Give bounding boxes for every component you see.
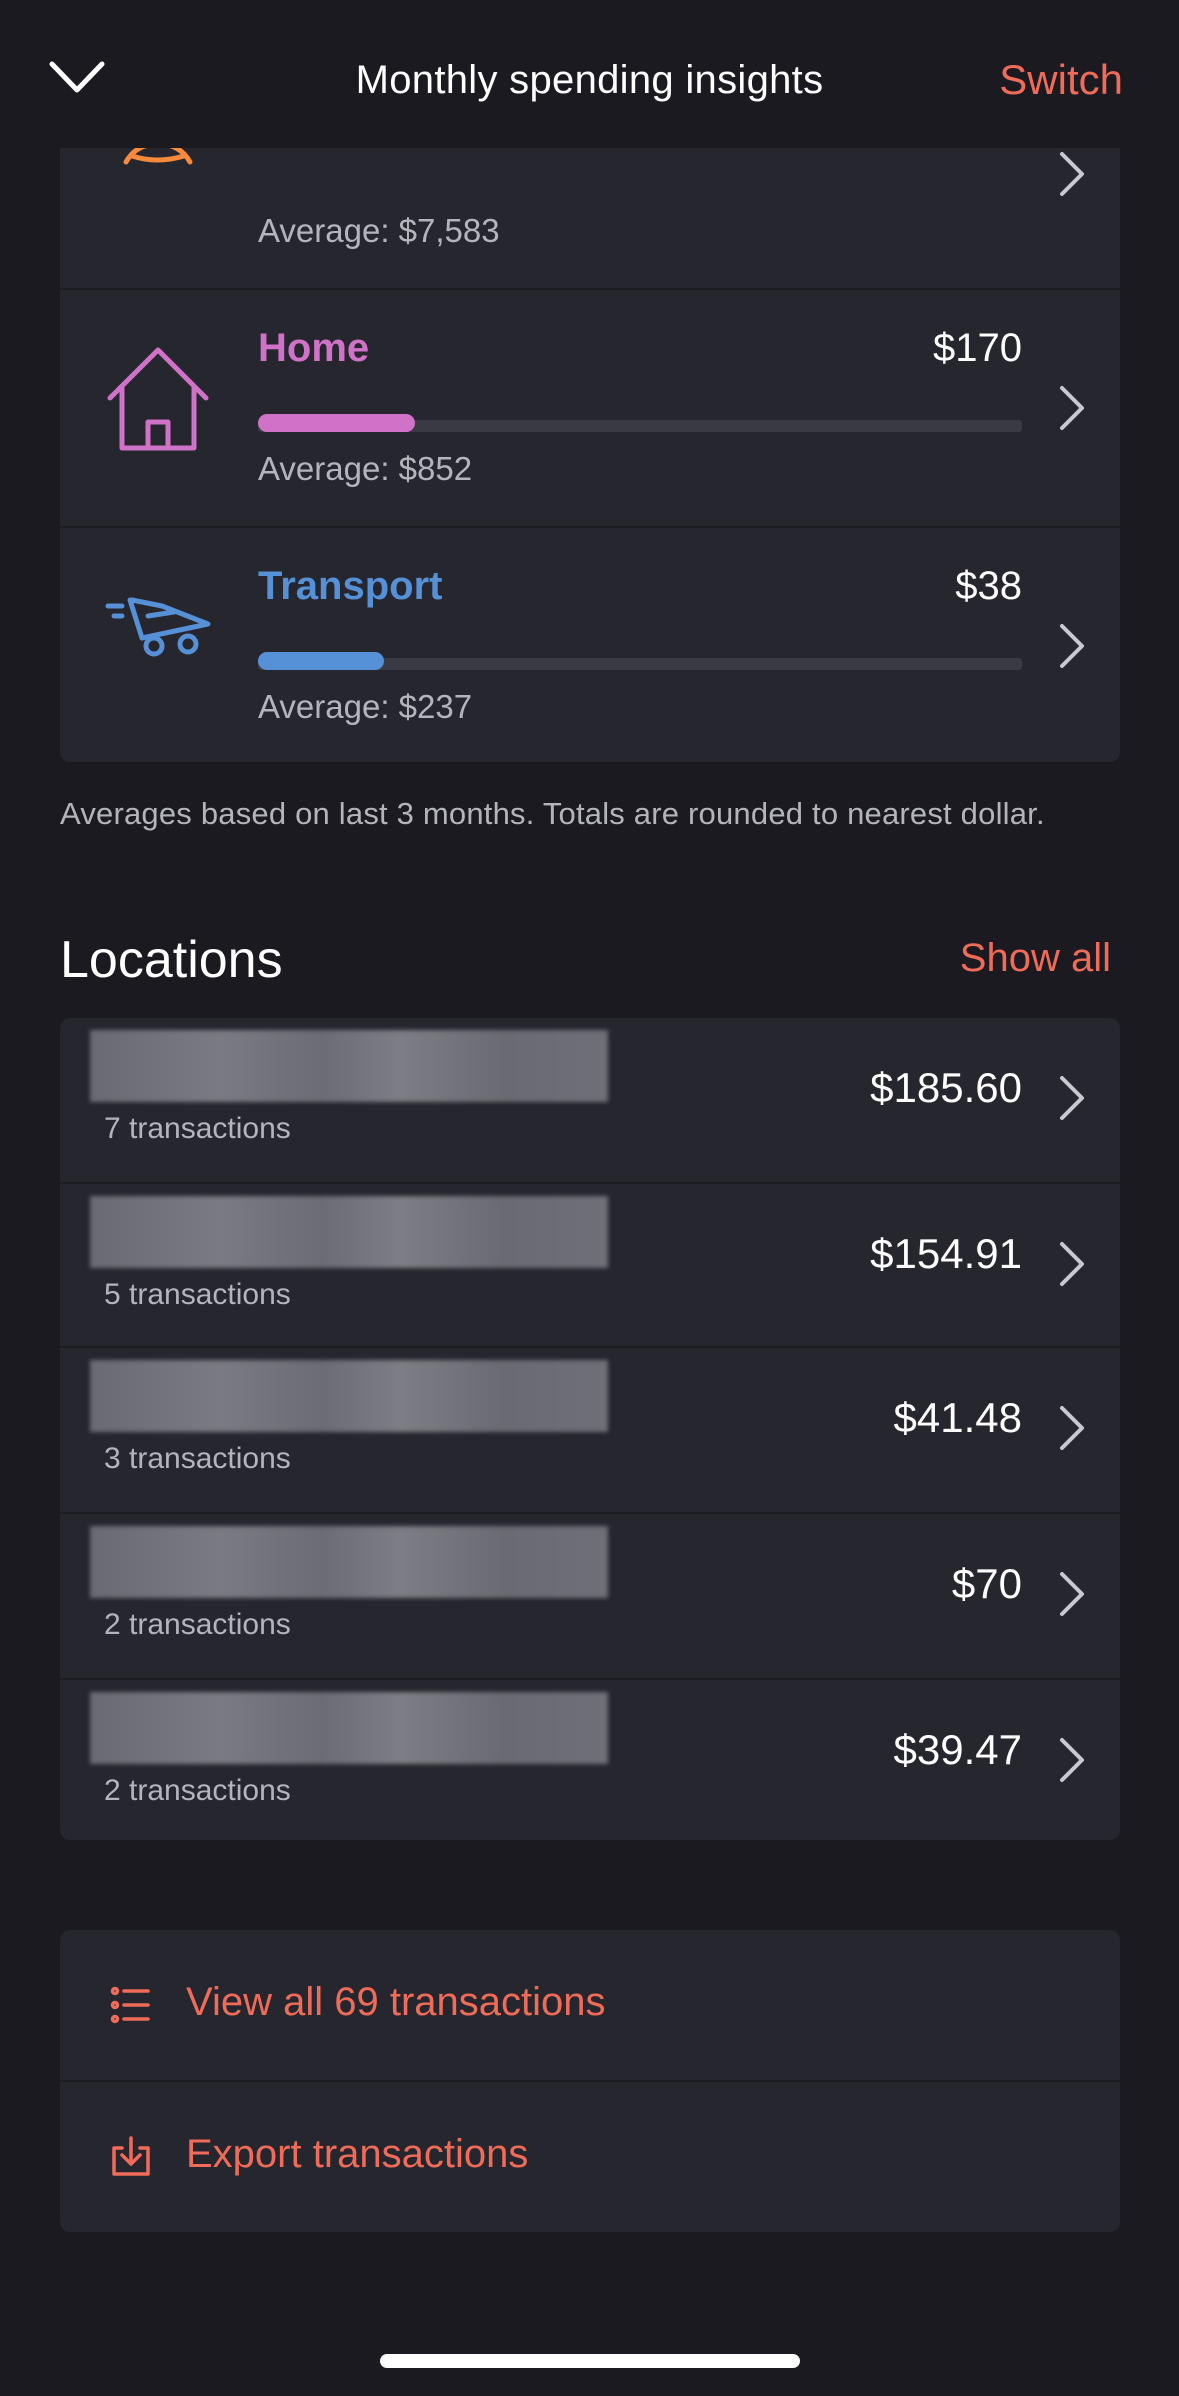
locations-list: 7 transactions $185.60 5 transactions $1… xyxy=(60,1018,1120,1840)
export-label: Export transactions xyxy=(186,2132,529,2176)
progress-track xyxy=(258,414,1022,432)
switch-button[interactable]: Switch xyxy=(999,56,1123,104)
category-average: Average: $852 xyxy=(258,450,473,487)
delivery-cart-icon xyxy=(105,597,211,657)
averages-footnote: Averages based on last 3 months. Totals … xyxy=(60,796,1045,831)
view-all-transactions-button[interactable]: View all 69 transactions xyxy=(60,1930,1120,2080)
category-row-home[interactable]: Home $170 Average: $852 xyxy=(60,290,1120,526)
show-all-button[interactable]: Show all xyxy=(960,936,1111,981)
category-name: Transport xyxy=(258,564,443,608)
location-amount: $70 xyxy=(951,1560,1022,1607)
chevron-right-icon xyxy=(1060,1738,1084,1782)
transaction-count: 2 transactions xyxy=(104,1774,291,1807)
location-amount: $185.60 xyxy=(870,1064,1022,1111)
progress-fill xyxy=(258,414,415,432)
chevron-right-icon xyxy=(1060,624,1084,668)
category-row-transport[interactable]: Transport $38 Average: $237 xyxy=(60,528,1120,762)
location-row[interactable]: 3 transactions $41.48 xyxy=(60,1348,1120,1512)
location-row[interactable]: 7 transactions $185.60 xyxy=(60,1018,1120,1182)
category-amount: $170 xyxy=(933,326,1022,370)
chevron-right-icon xyxy=(1060,1572,1084,1616)
progress-track xyxy=(258,652,1022,670)
house-icon xyxy=(107,347,209,451)
transaction-count: 2 transactions xyxy=(104,1608,291,1641)
location-amount: $39.47 xyxy=(893,1726,1022,1773)
location-row[interactable]: 2 transactions $39.47 xyxy=(60,1680,1120,1840)
locations-title: Locations xyxy=(60,931,283,989)
chevron-right-icon xyxy=(1060,152,1084,196)
location-amount: $154.91 xyxy=(870,1230,1022,1277)
download-icon xyxy=(112,2136,150,2176)
location-amount: $41.48 xyxy=(893,1394,1022,1441)
category-average: Average: $237 xyxy=(258,688,473,725)
redacted-location-name xyxy=(90,1360,608,1432)
list-icon xyxy=(110,1986,150,2024)
category-list: Average: $7,583 Home $170 Average: $852 xyxy=(60,100,1120,762)
transaction-actions: View all 69 transactions Export transact… xyxy=(60,1930,1120,2232)
export-transactions-button[interactable]: Export transactions xyxy=(60,2082,1120,2232)
home-indicator xyxy=(380,2354,800,2368)
redacted-location-name xyxy=(90,1196,608,1268)
view-all-label: View all 69 transactions xyxy=(186,1980,606,2024)
redacted-location-name xyxy=(90,1030,608,1102)
chevron-right-icon xyxy=(1060,1076,1084,1120)
category-amount: $38 xyxy=(955,564,1022,608)
redacted-location-name xyxy=(90,1526,608,1598)
transaction-count: 5 transactions xyxy=(104,1278,291,1311)
transaction-count: 7 transactions xyxy=(104,1112,291,1145)
chevron-right-icon xyxy=(1060,1406,1084,1450)
transaction-count: 3 transactions xyxy=(104,1442,291,1475)
category-average: Average: $7,583 xyxy=(258,212,500,249)
category-name: Home xyxy=(258,326,370,370)
location-row[interactable]: 2 transactions $70 xyxy=(60,1514,1120,1678)
top-bar: Monthly spending insights Switch xyxy=(0,0,1179,148)
chevron-right-icon xyxy=(1060,386,1084,430)
chevron-right-icon xyxy=(1060,1242,1084,1286)
redacted-location-name xyxy=(90,1692,608,1764)
location-row[interactable]: 5 transactions $154.91 xyxy=(60,1184,1120,1348)
progress-fill xyxy=(258,652,385,670)
